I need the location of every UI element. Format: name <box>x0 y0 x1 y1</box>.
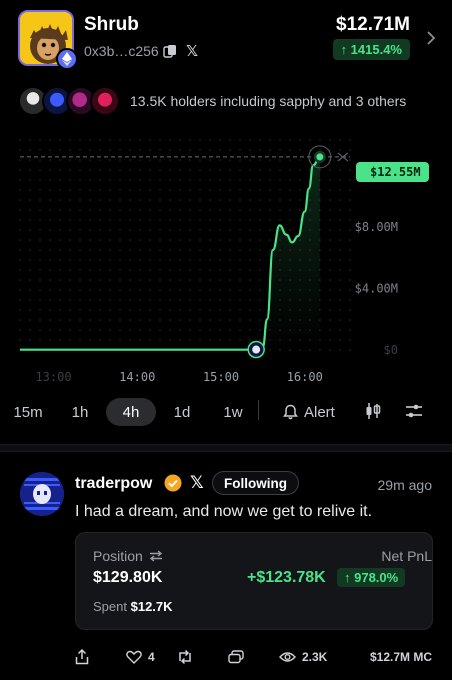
timeframe-1d[interactable]: 1d <box>164 398 200 426</box>
copy-icon[interactable] <box>163 44 177 58</box>
chevron-right-icon[interactable] <box>426 30 436 46</box>
timeframe-1w[interactable]: 1w <box>214 398 252 426</box>
repost-icon <box>179 649 191 665</box>
spent-row: Spent $12.7K <box>93 599 173 614</box>
x-tick-label: 13:00 <box>35 370 71 384</box>
current-price-tag: $12.55M <box>356 162 429 182</box>
post-text: I had a dream, and now we get to relive … <box>75 503 373 520</box>
position-label: Position <box>93 548 143 564</box>
x-tick-label: 16:00 <box>287 370 323 384</box>
heart-icon <box>126 650 142 664</box>
toolbar-divider <box>258 400 259 420</box>
token-price: $12.71M <box>336 14 410 35</box>
timeframe-1h[interactable]: 1h <box>62 398 98 426</box>
current-marker <box>316 153 324 161</box>
market-cap-label: $12.7M MC <box>369 650 432 664</box>
position-label-row: Position <box>93 548 163 564</box>
token-address[interactable]: 0x3b…c256 <box>84 43 159 59</box>
x-social-icon[interactable]: 𝕏 <box>190 473 204 493</box>
like-button[interactable]: 4 <box>126 648 155 666</box>
x-social-icon[interactable]: 𝕏 <box>186 42 198 60</box>
holder-avatars[interactable] <box>18 86 128 116</box>
pnl-label: Net PnL <box>381 548 432 564</box>
views-counter: 2.3K <box>279 648 327 666</box>
swap-icon[interactable] <box>149 550 163 562</box>
token-name: Shrub <box>84 14 139 35</box>
following-button[interactable]: Following <box>212 471 299 495</box>
pnl-percent-badge: ↑ 978.0% <box>337 568 406 587</box>
ethereum-chain-icon <box>56 48 78 70</box>
section-separator <box>0 444 452 452</box>
share-button[interactable] <box>75 648 89 666</box>
timeframe-4h[interactable]: 4h <box>106 398 156 426</box>
y-tick-label: $0 <box>384 343 398 357</box>
quote-button[interactable] <box>228 648 244 666</box>
expand-chevron-icon <box>337 156 349 162</box>
verified-badge-icon <box>164 474 182 492</box>
timeframe-15m[interactable]: 15m <box>8 398 48 426</box>
view-count: 2.3K <box>302 650 328 664</box>
quote-icon <box>228 650 244 664</box>
alert-label: Alert <box>304 403 335 421</box>
pnl-value: +$123.78K <box>247 569 326 586</box>
bell-icon <box>283 404 298 420</box>
user-avatar[interactable] <box>20 472 64 516</box>
holder-avatar <box>90 86 120 116</box>
share-icon <box>75 649 89 665</box>
chart-area <box>20 156 320 350</box>
price-change-badge: ↑ 1415.4% <box>332 39 410 60</box>
spent-label: Spent <box>93 599 127 614</box>
like-count: 4 <box>148 650 155 664</box>
post-time: 29m ago <box>377 477 432 493</box>
settings-sliders-icon[interactable] <box>405 402 423 425</box>
trade-marker-dot <box>252 345 261 354</box>
repost-button[interactable] <box>177 648 193 666</box>
username[interactable]: traderpow <box>75 475 152 493</box>
x-tick-label: 15:00 <box>203 370 239 384</box>
spent-value: $12.7K <box>130 599 173 614</box>
y-tick-label: $4.00M <box>355 281 398 295</box>
eye-icon <box>279 652 296 662</box>
holders-summary[interactable]: 13.5K holders including sapphy and 3 oth… <box>130 93 406 109</box>
alert-button[interactable]: Alert <box>283 398 335 426</box>
position-value: $129.80K <box>93 569 163 586</box>
x-tick-label: 14:00 <box>119 370 155 384</box>
y-tick-label: $8.00M <box>355 220 398 234</box>
candlestick-icon[interactable] <box>364 402 382 425</box>
